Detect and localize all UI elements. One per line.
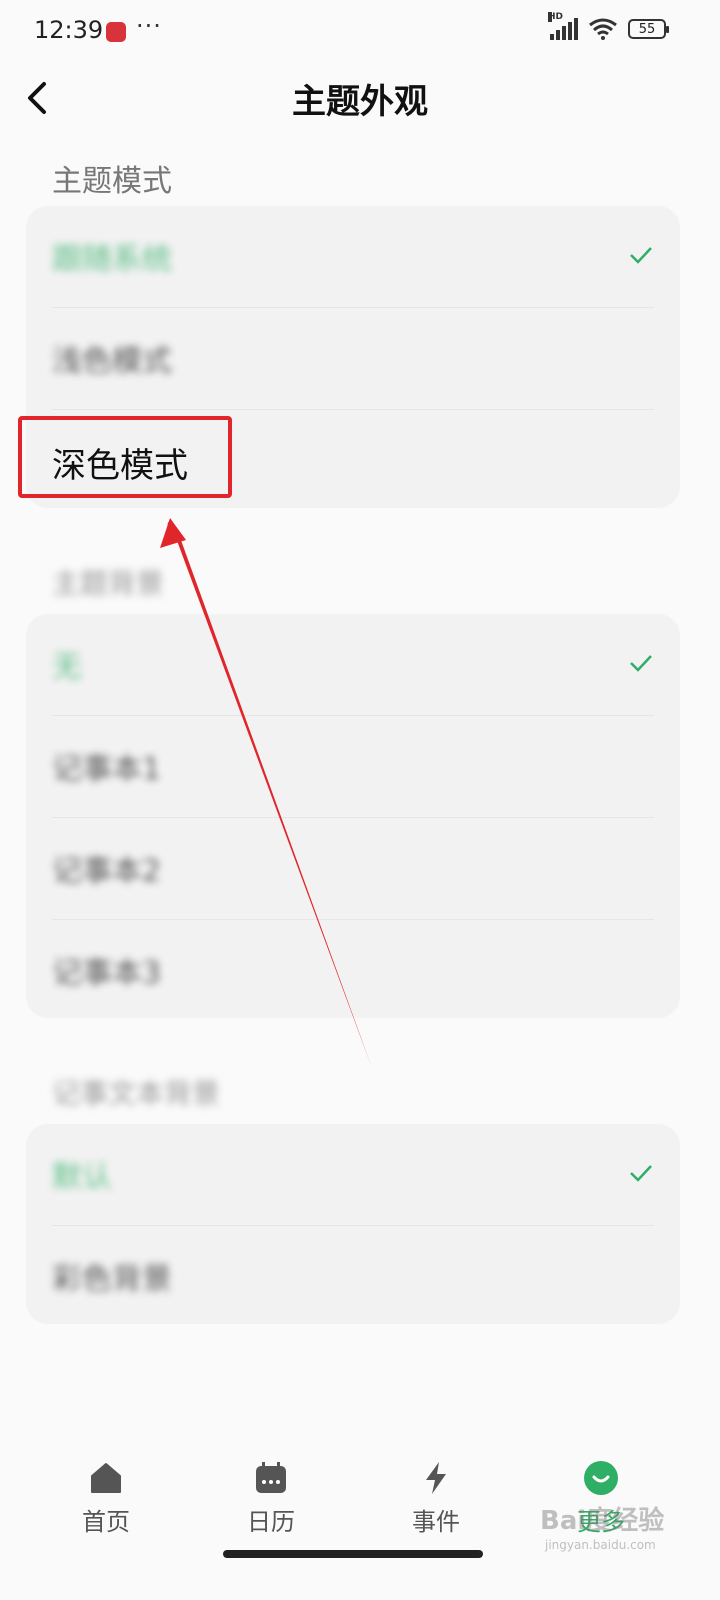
option-bg-notebook-2[interactable]: 记事本2 [52, 818, 654, 920]
tab-label: 首页 [82, 1508, 130, 1536]
option-label: 记事本1 [52, 752, 162, 787]
smile-icon [584, 1461, 618, 1495]
option-label: 记事本3 [52, 956, 162, 991]
wifi-icon [589, 18, 617, 40]
option-light-mode[interactable]: 浅色模式 [52, 308, 654, 410]
option-label: 记事本2 [52, 854, 162, 889]
checkmark-icon [630, 655, 652, 672]
battery-icon: 55 [628, 19, 669, 39]
checkmark-icon [630, 247, 652, 264]
tab-label: 事件 [412, 1508, 460, 1536]
annotation-highlight-box [18, 416, 232, 498]
checkmark-icon [630, 1165, 652, 1182]
tab-home[interactable]: 首页 [46, 1460, 166, 1550]
tab-label: 日历 [247, 1508, 295, 1536]
section-label-theme-background: 主题背景 [52, 567, 165, 600]
cellular-signal-icon: HD [548, 12, 578, 40]
home-indicator[interactable] [223, 1550, 483, 1558]
option-label: 彩色背景 [52, 1262, 172, 1297]
option-bg-notebook-3[interactable]: 记事本3 [52, 920, 654, 1021]
status-time: 12:39 [34, 16, 104, 44]
option-label: 跟随系统 [52, 242, 172, 277]
status-bar: 12:39 ··· HD 55 [0, 0, 720, 64]
battery-level: 55 [638, 21, 656, 37]
hd-indicator: HD [548, 12, 564, 22]
page-title: 主题外观 [292, 82, 428, 122]
calendar-icon [256, 1462, 286, 1493]
tab-calendar[interactable]: 日历 [211, 1460, 331, 1550]
option-text-default[interactable]: 默认 [52, 1124, 654, 1226]
option-label: 无 [52, 650, 82, 685]
section-label-text-background: 记事文本背景 [52, 1077, 221, 1110]
option-label: 默认 [52, 1160, 112, 1195]
watermark-url: jingyan.baidu.com [545, 1538, 656, 1552]
option-bg-notebook-1[interactable]: 记事本1 [52, 716, 654, 818]
watermark-logo: Bai度经验 [540, 1506, 665, 1536]
lightning-icon [426, 1462, 446, 1494]
navigation-bar: 主题外观 [0, 64, 720, 134]
tab-events[interactable]: 事件 [376, 1460, 496, 1550]
home-icon [91, 1463, 121, 1493]
option-follow-system[interactable]: 跟随系统 [52, 206, 654, 308]
section-label-theme-mode: 主题模式 [52, 164, 172, 199]
more-notifications-icon: ··· [136, 12, 162, 40]
option-label: 浅色模式 [52, 344, 172, 379]
option-bg-none[interactable]: 无 [52, 614, 654, 716]
text-background-card: 默认 彩色背景 [26, 1124, 680, 1324]
app-notification-icon [106, 22, 126, 42]
theme-background-card: 无 记事本1 记事本2 记事本3 [26, 614, 680, 1018]
option-text-colored[interactable]: 彩色背景 [52, 1226, 654, 1327]
